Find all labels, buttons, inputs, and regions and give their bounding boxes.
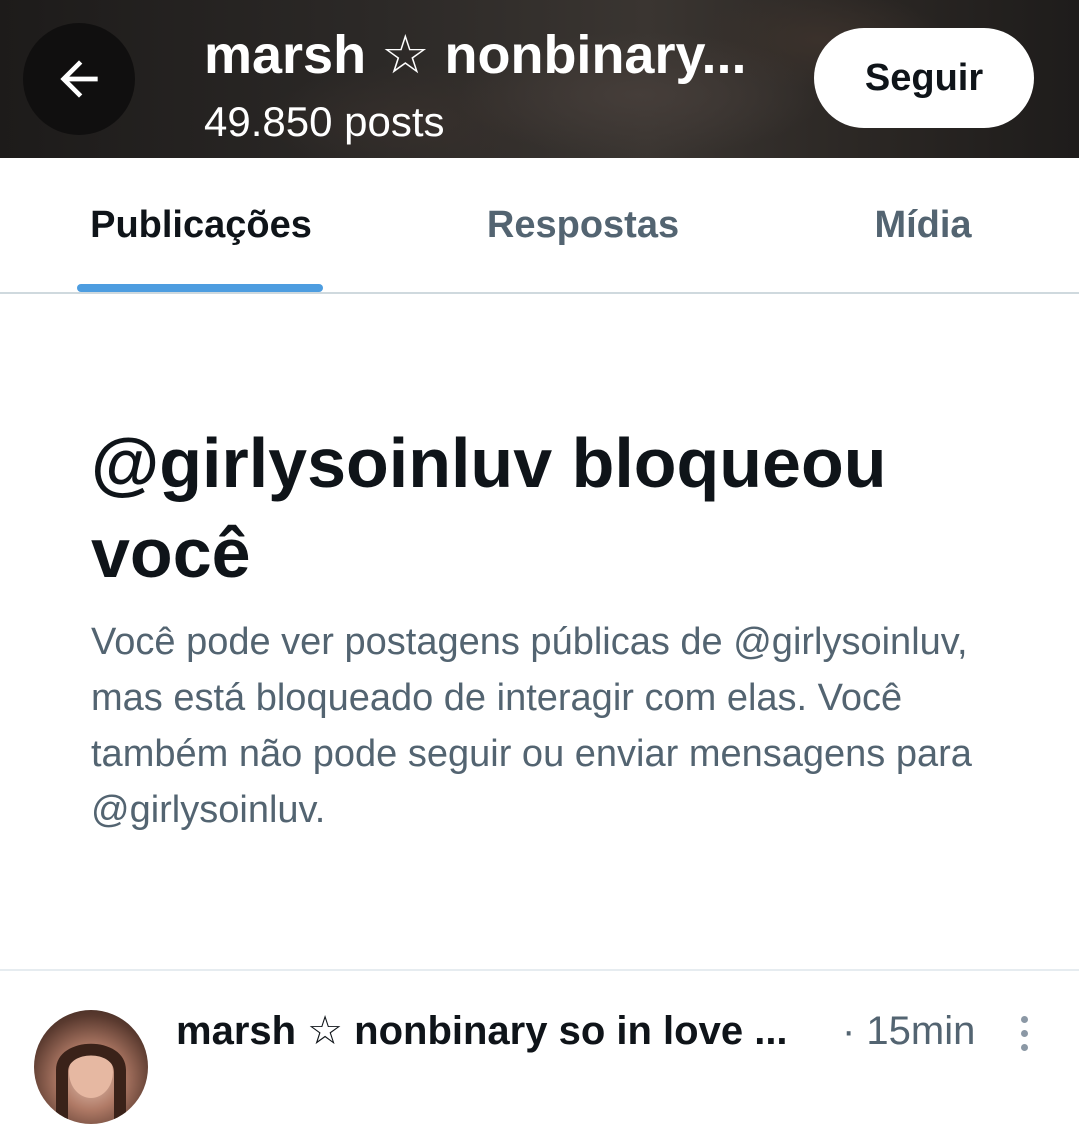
avatar[interactable]: [34, 1010, 148, 1124]
tab-publicacoes[interactable]: Publicações: [58, 158, 344, 292]
tab-label: Mídia: [874, 203, 972, 246]
back-button[interactable]: [23, 23, 135, 135]
divider: [0, 969, 1079, 971]
blocked-description: Você pode ver postagens públicas de @gir…: [91, 621, 972, 831]
profile-header: marsh ☆ nonbinary... 49.850 posts Seguir: [0, 0, 1079, 158]
profile-name: marsh ☆ nonbinary...: [204, 25, 747, 85]
arrow-left-icon: [60, 60, 98, 98]
tab-midia[interactable]: Mídia: [820, 158, 1026, 292]
avatar-photo: [56, 1043, 126, 1124]
more-vertical-icon[interactable]: [1004, 1012, 1044, 1064]
tab-respostas[interactable]: Respostas: [440, 158, 726, 292]
posts-count: 49.850 posts: [204, 98, 445, 145]
tab-label: Publicações: [90, 203, 312, 246]
follow-button[interactable]: Seguir: [814, 28, 1034, 128]
post-timestamp: · 15min: [842, 1009, 976, 1053]
post-author[interactable]: marsh ☆ nonbinary so in love ...: [176, 1006, 816, 1056]
profile-tabs: Publicações Respostas Mídia: [0, 158, 1079, 294]
blocked-heading: @girlysoinluv bloqueou você: [91, 424, 887, 592]
tab-label: Respostas: [486, 203, 680, 246]
active-tab-indicator: [77, 284, 323, 292]
